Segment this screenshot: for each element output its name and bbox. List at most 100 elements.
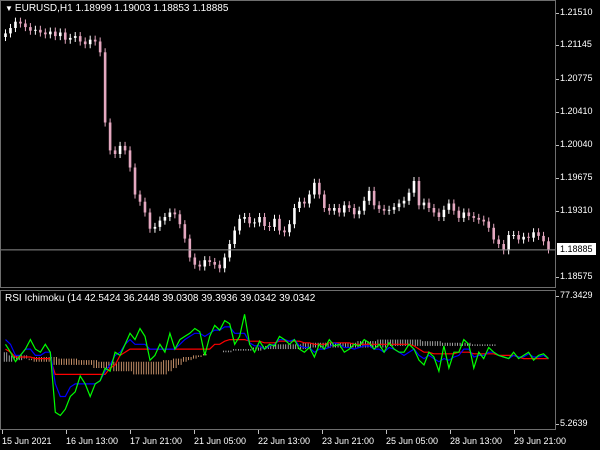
candle-body: [542, 235, 545, 242]
price-tick: 1.20410: [556, 105, 593, 116]
candle-body: [422, 202, 426, 206]
candle-body: [397, 203, 401, 208]
candle-body: [58, 32, 62, 37]
candle-body: [133, 167, 137, 195]
indicator-chart[interactable]: [1, 291, 556, 430]
candle-body: [178, 214, 182, 225]
candle-body: [303, 201, 306, 204]
candle-body: [243, 217, 246, 219]
time-tick: 21 Jun 05:00: [194, 436, 247, 446]
time-tick-mark: [2, 430, 3, 434]
candle-body: [248, 217, 251, 224]
candle-body: [467, 212, 471, 217]
indicator-max-tick: 77.3429: [556, 290, 593, 300]
candle-body: [392, 207, 396, 210]
tenkan-line: [5, 326, 549, 398]
candle-body: [442, 209, 446, 217]
candle-body: [547, 241, 550, 250]
candle-body: [482, 219, 486, 222]
time-tick: 22 Jun 13:00: [258, 436, 311, 446]
candle-body: [263, 217, 266, 226]
candle-body: [522, 236, 525, 240]
candle-body: [477, 217, 481, 220]
candle-body: [103, 52, 107, 123]
candle-body: [402, 200, 406, 204]
candle-body: [447, 203, 451, 210]
candle-body: [44, 32, 47, 35]
candle-body: [188, 238, 192, 258]
candle-body: [387, 209, 391, 211]
candle-body: [517, 235, 520, 240]
candle-body: [323, 194, 326, 208]
time-tick-mark: [66, 430, 67, 434]
price-tick: 1.20775: [556, 72, 593, 83]
candle-body: [288, 224, 291, 233]
candle-body: [73, 36, 77, 38]
candle-body: [148, 212, 152, 229]
candle-body: [193, 257, 197, 265]
candle-body: [223, 257, 226, 269]
symbol-header: ▼ EURUSD,H1 1.18999 1.19003 1.18853 1.188…: [5, 3, 228, 14]
candle-body: [457, 210, 461, 218]
price-tick: 1.18575: [556, 270, 593, 281]
candle-body: [512, 235, 515, 236]
candle-body: [328, 208, 331, 211]
time-tick: 16 Jun 13:00: [66, 436, 119, 446]
kijun-line: [5, 339, 549, 375]
candle-body: [492, 227, 496, 240]
time-tick-mark: [194, 430, 195, 434]
candle-body: [98, 41, 102, 53]
candle-body: [507, 235, 510, 251]
price-tick: 1.21510: [556, 6, 593, 17]
price-tick: 1.19675: [556, 171, 593, 182]
candle-body: [298, 201, 301, 208]
candle-body: [153, 226, 157, 229]
symbol-header-text: EURUSD,H1 1.18999 1.19003 1.18853 1.1888…: [14, 3, 229, 14]
indicator-header: RSI Ichimoku (14 42.5424 36.2448 39.0308…: [5, 293, 316, 304]
candle-body: [228, 244, 231, 258]
candle-body: [93, 39, 97, 42]
candle-body: [123, 145, 127, 151]
candle-body: [258, 217, 261, 223]
candle-body: [293, 208, 296, 225]
time-tick: 29 Jun 21:00: [514, 436, 567, 446]
candle-body: [352, 208, 356, 215]
time-tick: 28 Jun 13:00: [450, 436, 503, 446]
candle-body: [168, 212, 172, 217]
indicator-pane[interactable]: RSI Ichimoku (14 42.5424 36.2448 39.0308…: [0, 290, 556, 430]
candle-body: [342, 205, 346, 213]
chart-window[interactable]: ▼ EURUSD,H1 1.18999 1.19003 1.18853 1.188…: [0, 0, 600, 450]
candle-body: [332, 208, 336, 211]
candle-body: [203, 260, 207, 267]
candle-body: [118, 145, 122, 154]
candle-body: [283, 230, 286, 233]
price-tick: 1.19310: [556, 204, 593, 215]
candle-body: [427, 202, 431, 208]
candle-body: [24, 23, 27, 28]
candle-body: [313, 182, 316, 195]
candle-body: [487, 221, 491, 228]
candle-body: [143, 201, 147, 213]
candle-body: [198, 264, 202, 267]
candle-body: [273, 218, 276, 227]
candle-body: [437, 212, 441, 217]
candle-body: [377, 205, 381, 209]
price-chart[interactable]: [1, 1, 556, 288]
candle-body: [78, 36, 82, 42]
candle-body: [173, 212, 177, 215]
candle-body: [452, 203, 456, 211]
candle-body: [29, 27, 32, 31]
candle-body: [83, 41, 87, 45]
candle-body: [472, 216, 476, 218]
candle-body: [4, 33, 7, 37]
candle-body: [233, 230, 236, 244]
candles-group: [4, 17, 550, 273]
price-pane[interactable]: ▼ EURUSD,H1 1.18999 1.19003 1.18853 1.188…: [0, 0, 556, 288]
candle-body: [183, 224, 187, 239]
candle-body: [158, 220, 162, 227]
candle-body: [9, 28, 12, 34]
candle-body: [113, 150, 117, 154]
candle-body: [218, 264, 222, 269]
candle-body: [268, 226, 271, 227]
time-tick: 25 Jun 05:00: [386, 436, 439, 446]
